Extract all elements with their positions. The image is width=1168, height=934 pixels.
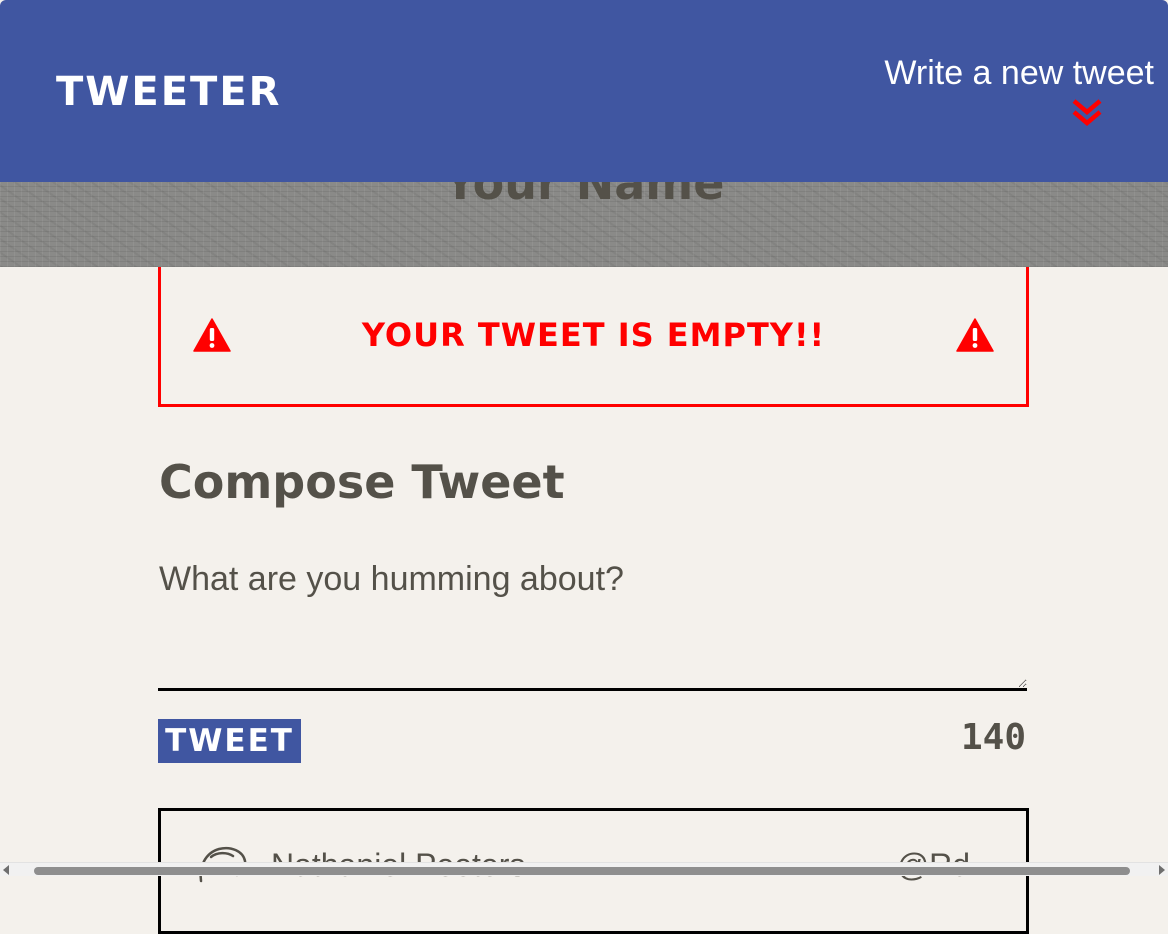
error-message: Your tweet is empty!!	[361, 316, 826, 354]
brand-logo[interactable]: Tweeter	[56, 66, 281, 118]
write-new-tweet-label[interactable]: Write a new tweet	[874, 52, 1154, 94]
scrollbar-thumb[interactable]	[34, 867, 1130, 875]
double-chevron-down-icon[interactable]	[1070, 96, 1104, 130]
tweet-text-input[interactable]	[158, 556, 1027, 691]
warning-triangle-icon	[956, 318, 994, 352]
top-nav: Tweeter Write a new tweet	[0, 0, 1168, 182]
write-new-tweet-toggle[interactable]: Write a new tweet	[874, 52, 1154, 126]
horizontal-scrollbar[interactable]	[0, 862, 1168, 876]
character-counter: 140	[960, 717, 1026, 758]
scroll-left-arrow-icon[interactable]	[0, 864, 14, 876]
tweet-submit-button[interactable]: Tweet	[158, 719, 301, 763]
scroll-right-arrow-icon[interactable]	[1154, 864, 1168, 876]
error-message-box: Your tweet is empty!!	[158, 267, 1029, 407]
page: Your Name Tweeter Write a new tweet Your…	[0, 0, 1168, 934]
compose-title: Compose Tweet	[159, 455, 565, 509]
